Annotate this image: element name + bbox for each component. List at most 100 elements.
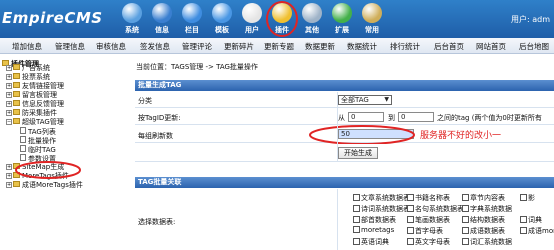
table-checkbox-item[interactable]: 成语moret [520, 226, 554, 236]
expand-icon[interactable]: + [6, 173, 12, 179]
sidebar-item[interactable]: + 投票系统 [6, 73, 50, 82]
checkbox[interactable] [520, 216, 527, 223]
expand-icon[interactable]: + [6, 182, 12, 188]
top-nav-item-0[interactable]: 系统 [118, 0, 146, 38]
sidebar-item[interactable]: − 超级TAG管理 [6, 118, 64, 127]
table-checkbox-item[interactable]: 成语数据表 [462, 226, 505, 236]
table-checkbox-item[interactable]: 部首数据表 [353, 215, 396, 225]
checkbox[interactable] [520, 227, 527, 234]
sidebar-item[interactable]: + 广告系统 [6, 64, 50, 73]
checkbox-label: 词典 [528, 216, 542, 224]
sub-nav-item[interactable]: 数据更新 [305, 41, 335, 52]
sidebar-item-label: 临时TAG [28, 146, 56, 154]
book-icon [362, 3, 382, 23]
checkbox[interactable] [353, 194, 360, 201]
checkbox[interactable] [407, 227, 414, 234]
top-nav-item-4[interactable]: 用户 [238, 0, 266, 38]
checkbox-label: 成语moret [528, 227, 554, 235]
sidebar-item[interactable]: + 留言板管理 [6, 91, 57, 100]
checkbox[interactable] [462, 194, 469, 201]
checkbox-label: 首字母表 [415, 227, 443, 235]
breadcrumb-link-tags[interactable]: TAGS管理 [171, 63, 203, 71]
expand-icon[interactable]: + [6, 110, 12, 116]
checkbox[interactable] [407, 205, 414, 212]
expand-icon[interactable]: + [6, 164, 12, 170]
sub-nav-item[interactable]: 后台首页 [434, 41, 464, 52]
tagid-label: 按TagID更新: [138, 114, 181, 122]
collapse-icon[interactable]: − [6, 119, 12, 125]
expand-icon[interactable]: + [6, 74, 12, 80]
table-checkbox-item[interactable]: 笔画数据表 [407, 215, 450, 225]
table-checkbox-item[interactable]: 文章系统数据表 [353, 193, 410, 203]
sub-nav-item[interactable]: 审核信息 [96, 41, 126, 52]
sub-nav-item[interactable]: 更新碎片 [224, 41, 254, 52]
checkbox-label: 成语数据表 [470, 227, 505, 235]
checkbox[interactable] [407, 194, 414, 201]
top-nav-label: 用户 [245, 26, 259, 34]
table-checkbox-item[interactable]: 结构数据表 [462, 215, 505, 225]
table-checkbox-item[interactable]: 诗词系统数据表 [353, 204, 410, 214]
checkbox[interactable] [407, 238, 414, 245]
sidebar-item[interactable]: 批量操作 [20, 136, 56, 145]
table-checkbox-item[interactable]: 书籍名称表 [407, 193, 450, 203]
top-header: EmpireCMS 系统 信息 栏目 模板 用户 插件 其他 扩展 常用 用户: adm [0, 0, 554, 38]
sub-nav-item[interactable]: 更新专题 [264, 41, 294, 52]
top-nav-item-2[interactable]: 栏目 [178, 0, 206, 38]
checkbox[interactable] [462, 205, 469, 212]
checkbox[interactable] [353, 226, 360, 233]
top-nav-item-6[interactable]: 其他 [298, 0, 326, 38]
checkbox[interactable] [462, 216, 469, 223]
checkbox[interactable] [520, 194, 527, 201]
sidebar-item[interactable]: + 防采集插件 [6, 109, 57, 118]
top-nav-item-7[interactable]: 扩展 [328, 0, 356, 38]
checkbox[interactable] [462, 238, 469, 245]
checkbox-label: moretags [361, 226, 395, 234]
checkbox[interactable] [462, 227, 469, 234]
row-submit: 开始生成 [135, 144, 554, 162]
table-checkbox-item[interactable]: 章节内容表 [462, 193, 505, 203]
table-checkbox-item[interactable]: 影 [520, 193, 535, 203]
to-input[interactable]: 0 [398, 112, 434, 122]
table-checkbox-item[interactable]: 字典系统数据 [462, 204, 512, 214]
checkbox[interactable] [353, 216, 360, 223]
category-select[interactable]: 全部TAG ▼ [338, 95, 392, 105]
checkbox[interactable] [353, 238, 360, 245]
table-checkbox-item[interactable]: 英语词典 [353, 237, 389, 247]
sidebar-item[interactable]: + 成语MoreTags插件 [6, 181, 83, 190]
sidebar-item[interactable]: 临时TAG [20, 145, 56, 154]
expand-icon[interactable]: + [6, 92, 12, 98]
top-nav-item-1[interactable]: 信息 [148, 0, 176, 38]
expand-icon[interactable]: + [6, 101, 12, 107]
breadcrumb-link-batch[interactable]: TAG批量操作 [216, 63, 258, 71]
sub-nav-item[interactable]: 排行统计 [390, 41, 420, 52]
from-input[interactable]: 0 [348, 112, 384, 122]
sidebar-item[interactable]: + 友情链接管理 [6, 82, 64, 91]
sub-nav-item[interactable]: 管理评论 [182, 41, 212, 52]
table-checkbox-item[interactable]: moretags [353, 226, 394, 234]
sub-nav-item[interactable]: 增加信息 [12, 41, 42, 52]
checkbox[interactable] [407, 216, 414, 223]
sidebar-item[interactable]: TAG列表 [20, 127, 56, 136]
top-nav-item-3[interactable]: 模板 [208, 0, 236, 38]
table-checkbox-item[interactable]: 词典 [520, 215, 542, 225]
table-checkbox-item[interactable]: 名句系统数据表 [407, 204, 464, 214]
document-icon [20, 136, 26, 143]
top-nav-item-5[interactable]: 插件 [266, 0, 298, 38]
folder-icon [13, 118, 20, 124]
sub-nav: 增加信息 管理信息 审核信息 签发信息 管理评论 更新碎片 更新专题 数据更新 数据统计 排行统计… [0, 38, 554, 54]
expand-icon[interactable]: + [6, 65, 12, 71]
sub-nav-item[interactable]: 数据统计 [347, 41, 377, 52]
table-checkbox-item[interactable]: 词汇系统数据 [462, 237, 512, 247]
sub-nav-item[interactable]: 后台地图 [519, 41, 549, 52]
expand-icon[interactable]: + [6, 83, 12, 89]
sidebar-item[interactable]: + 信息反馈管理 [6, 100, 64, 109]
top-nav-item-8[interactable]: 常用 [358, 0, 386, 38]
checkbox[interactable] [353, 205, 360, 212]
sub-nav-item[interactable]: 签发信息 [140, 41, 170, 52]
start-generate-button[interactable]: 开始生成 [338, 147, 378, 159]
sub-nav-item[interactable]: 管理信息 [55, 41, 85, 52]
table-checkbox-item[interactable]: 首字母表 [407, 226, 443, 236]
sidebar-item-label: TAG列表 [28, 128, 56, 136]
sub-nav-item[interactable]: 网站首页 [476, 41, 506, 52]
table-checkbox-item[interactable]: 英文字母表 [407, 237, 450, 247]
